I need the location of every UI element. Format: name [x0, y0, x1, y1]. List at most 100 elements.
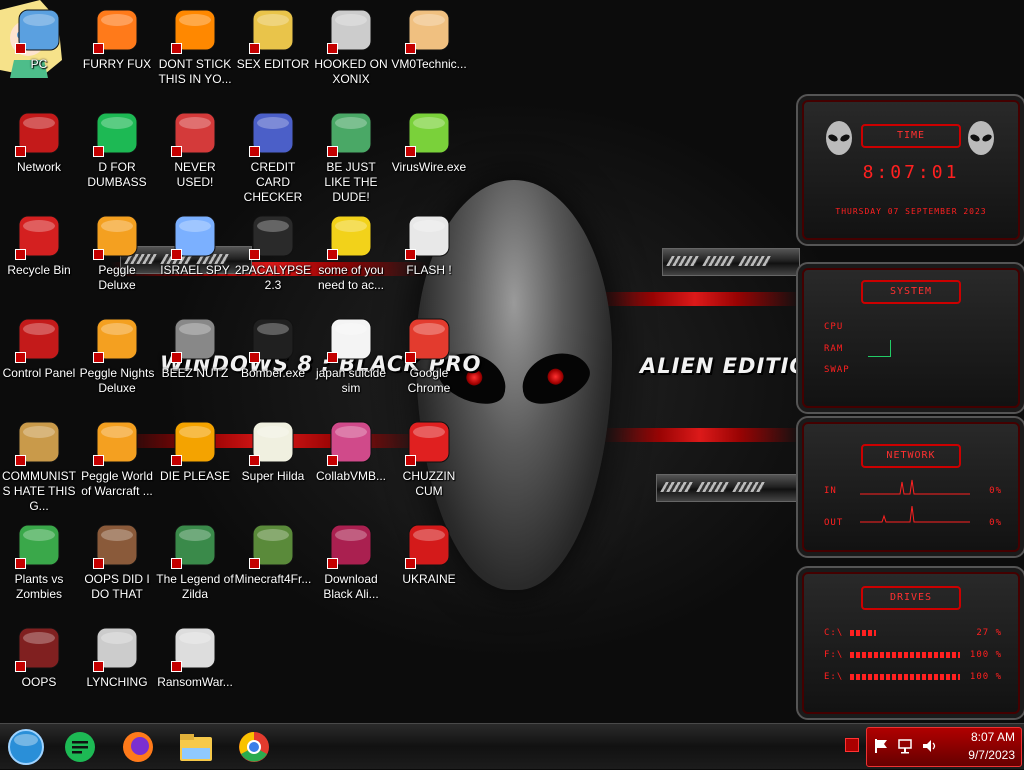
desktop-icon-xonix-game[interactable]: HOOKED ON XONIX	[312, 0, 390, 87]
taskbar-clock-time[interactable]: 8:07 AM	[971, 730, 1015, 744]
desktop-icon-label: VirusWire.exe	[391, 160, 467, 174]
desktop-icon-network[interactable]: Network	[0, 103, 78, 175]
peggle-icon	[93, 212, 141, 260]
desktop-icon-oops[interactable]: OOPS	[0, 618, 78, 690]
desktop-icon-label: COMMUNISTS HATE THIS G...	[2, 469, 76, 513]
desktop-icon-peggle[interactable]: Peggle Nights Deluxe	[78, 309, 156, 396]
desktop-icon-elf[interactable]: BE JUST LIKE THE DUDE!	[312, 103, 390, 205]
shortcut-arrow-icon	[171, 249, 182, 260]
alien-logo-icon	[968, 121, 994, 155]
desktop-icon-skull[interactable]: RansomWar...	[156, 618, 234, 690]
desktop-icon-alien[interactable]: Download Black Ali...	[312, 515, 390, 602]
desktop-icon-firefox[interactable]: FURRY FUX	[78, 0, 156, 72]
desktop-icon-vlc[interactable]: DONT STICK THIS IN YO...	[156, 0, 234, 87]
volume-icon[interactable]	[921, 738, 939, 754]
gadget-title-system: SYSTEM	[861, 280, 961, 304]
desktop-icon-label: NEVER USED!	[174, 160, 216, 189]
system-gadget[interactable]: SYSTEM CPU RAM SWAP	[796, 262, 1024, 414]
desktop-icon-label: The Legend of Zilda	[156, 572, 234, 601]
desktop-icon-hxd-editor[interactable]: SEX EDITOR	[234, 0, 312, 72]
desktop-icon-stack[interactable]: BEEZ NUTZ	[156, 309, 234, 381]
shortcut-arrow-icon	[15, 455, 26, 466]
desktop-icon-lime[interactable]: VirusWire.exe	[390, 103, 468, 175]
shortcut-arrow-icon	[15, 352, 26, 363]
shortcut-arrow-icon	[405, 43, 416, 54]
chrome-icon	[405, 315, 453, 363]
desktop-icon-chuzzle[interactable]: CHUZZIN CUM	[390, 412, 468, 499]
desktop-icon-credit-card[interactable]: CREDIT CARD CHECKER	[234, 103, 312, 205]
shortcut-arrow-icon	[327, 249, 338, 260]
desktop-icon-devcpp[interactable]: NEVER USED!	[156, 103, 234, 190]
shortcut-arrow-icon	[93, 43, 104, 54]
desktop-icon-chat[interactable]: D FOR DUMBASS	[78, 103, 156, 190]
desktop-icon-money-bag[interactable]: COMMUNISTS HATE THIS G...	[0, 412, 78, 514]
desktop-icon-control-panel[interactable]: Control Panel	[0, 309, 78, 381]
network-out-label: OUT	[824, 518, 844, 528]
time-gadget[interactable]: TIME 8:07:01 THURSDAY 07 SEPTEMBER 2023	[796, 94, 1024, 246]
desktop-icon-label: Download Black Ali...	[323, 572, 379, 601]
alien-icon	[327, 521, 375, 569]
desktop-icon-computer[interactable]: PC	[0, 0, 78, 72]
firefox-icon	[93, 6, 141, 54]
system-tray: 8:07 AM 9/7/2023	[866, 727, 1022, 767]
desktop-icon-beaver[interactable]: some of you need to ac...	[312, 206, 390, 293]
network-graph	[860, 479, 970, 523]
peggle-icon	[93, 418, 141, 466]
taskbar-clock-date[interactable]: 9/7/2023	[968, 748, 1015, 762]
network-out-value: 0%	[989, 518, 1002, 528]
network-status-icon[interactable]	[897, 738, 913, 754]
shortcut-arrow-icon	[327, 352, 338, 363]
shortcut-arrow-icon	[171, 352, 182, 363]
portrait-icon	[93, 521, 141, 569]
desktop-icon-label: BE JUST LIKE THE DUDE!	[324, 160, 378, 204]
action-center-flag-icon[interactable]	[873, 738, 889, 754]
desktop-icon-zelda[interactable]: The Legend of Zilda	[156, 515, 234, 602]
desktop-icon-label: Plants vs Zombies	[14, 572, 64, 601]
wallpaper-red-stripe	[590, 292, 800, 306]
wallpaper-metal-bar	[662, 248, 800, 276]
taskbar-chat-button[interactable]	[58, 728, 102, 766]
network-gadget[interactable]: NETWORK IN 0% OUT 0%	[796, 416, 1024, 558]
vlc-icon	[171, 6, 219, 54]
desktop-icon-spy[interactable]: ISRAEL SPY	[156, 206, 234, 278]
shortcut-arrow-icon	[171, 455, 182, 466]
desktop: WINDOWS 8 : BLACK PRO ALIEN EDITION 20 P…	[0, 0, 1024, 723]
desktop-icon-recycle-bin[interactable]: Recycle Bin	[0, 206, 78, 278]
show-hidden-icons-button[interactable]	[845, 738, 859, 752]
desktop-icon-collabvm[interactable]: CollabVMB...	[312, 412, 390, 484]
taskbar-firefox-button[interactable]	[116, 728, 160, 766]
desktop-icon-radiation[interactable]: UKRAINE	[390, 515, 468, 587]
shortcut-arrow-icon	[171, 146, 182, 157]
desktop-icon-peggle[interactable]: Peggle World of Warcraft ...	[78, 412, 156, 499]
desktop-icon-minecraft[interactable]: Minecraft4Fr...	[234, 515, 312, 587]
desktop-icon-de[interactable]: DIE PLEASE	[156, 412, 234, 484]
start-button[interactable]	[4, 728, 48, 766]
gadget-date: THURSDAY 07 SEPTEMBER 2023	[835, 207, 987, 216]
taskbar-explorer-button[interactable]	[174, 728, 218, 766]
drives-gadget[interactable]: DRIVES C:\ 27 % F:\ 100 % E:\ 100 %	[796, 566, 1024, 720]
desktop-icon-document[interactable]: japan suicide sim	[312, 309, 390, 396]
shortcut-arrow-icon	[249, 249, 260, 260]
shortcut-arrow-icon	[171, 43, 182, 54]
desktop-icon-label: FURRY FUX	[82, 57, 152, 71]
desktop-icon-label: 2PACALYPSE 2.3	[234, 263, 312, 292]
desktop-icon-pixel-art[interactable]: Super Hilda	[234, 412, 312, 484]
desktop-icon-doctor[interactable]: VM0Technic...	[390, 0, 468, 72]
desktop-icon-portrait[interactable]: OOPS DID I DO THAT	[78, 515, 156, 602]
desktop-icon-plant[interactable]: Plants vs Zombies	[0, 515, 78, 602]
desktop-icon-console[interactable]: Bomber.exe	[234, 309, 312, 381]
oops-icon	[15, 624, 63, 672]
shortcut-arrow-icon	[405, 558, 416, 569]
desktop-icon-terminal[interactable]: 2PACALYPSE 2.3	[234, 206, 312, 293]
drive-e-bar	[850, 674, 960, 680]
desktop-icon-label: DIE PLEASE	[159, 469, 231, 483]
chrome-icon	[239, 732, 269, 762]
radiation-icon	[405, 521, 453, 569]
desktop-icon-lynch[interactable]: LYNCHING	[78, 618, 156, 690]
taskbar-chrome-button[interactable]	[232, 728, 276, 766]
desktop-icon-peggle[interactable]: Peggle Deluxe	[78, 206, 156, 293]
network-in-label: IN	[824, 486, 837, 496]
desktop-icon-chrome[interactable]: Google Chrome	[390, 309, 468, 396]
firefox-icon	[123, 732, 153, 762]
desktop-icon-flash[interactable]: FLASH !	[390, 206, 468, 278]
